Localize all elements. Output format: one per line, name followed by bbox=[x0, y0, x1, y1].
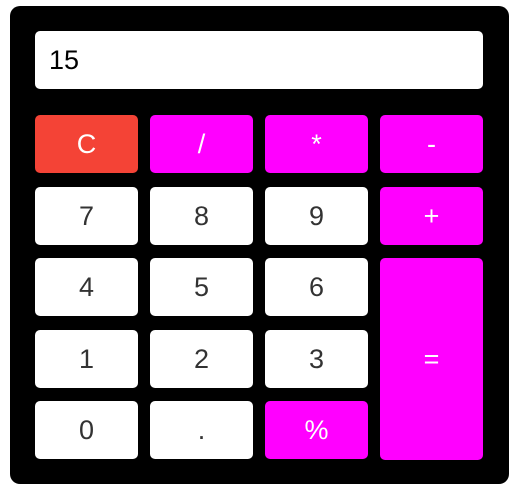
add-button[interactable]: + bbox=[380, 187, 483, 245]
percent-button[interactable]: % bbox=[265, 401, 368, 459]
digit-1-button[interactable]: 1 bbox=[35, 330, 138, 388]
digit-9-button[interactable]: 9 bbox=[265, 187, 368, 245]
divide-button[interactable]: / bbox=[150, 115, 253, 173]
subtract-button[interactable]: - bbox=[380, 115, 483, 173]
digit-0-button[interactable]: 0 bbox=[35, 401, 138, 459]
clear-button[interactable]: C bbox=[35, 115, 138, 173]
multiply-button[interactable]: * bbox=[265, 115, 368, 173]
calculator-frame: 15 C / * - 7 8 9 + 4 5 6 = 1 2 3 0 . % bbox=[10, 6, 509, 484]
decimal-button[interactable]: . bbox=[150, 401, 253, 459]
digit-5-button[interactable]: 5 bbox=[150, 258, 253, 316]
digit-6-button[interactable]: 6 bbox=[265, 258, 368, 316]
digit-8-button[interactable]: 8 bbox=[150, 187, 253, 245]
digit-7-button[interactable]: 7 bbox=[35, 187, 138, 245]
digit-4-button[interactable]: 4 bbox=[35, 258, 138, 316]
display-value: 15 bbox=[49, 44, 80, 75]
digit-3-button[interactable]: 3 bbox=[265, 330, 368, 388]
equals-button[interactable]: = bbox=[380, 258, 483, 460]
digit-2-button[interactable]: 2 bbox=[150, 330, 253, 388]
calculator-display: 15 bbox=[35, 31, 483, 89]
